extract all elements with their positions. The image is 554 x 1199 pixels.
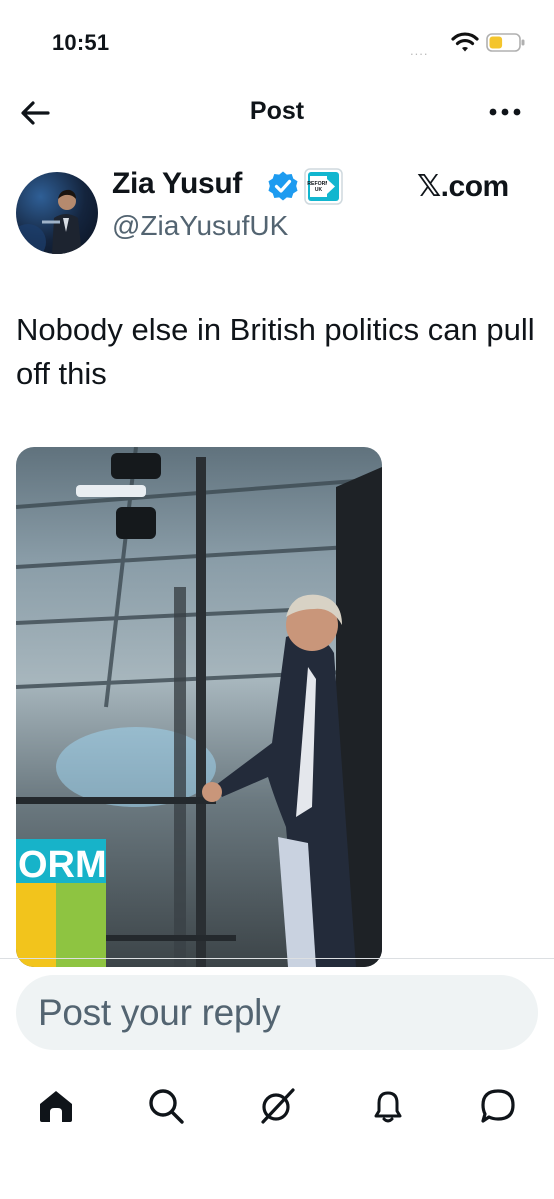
grok-icon[interactable] [257,1086,297,1126]
search-icon[interactable] [146,1086,186,1126]
status-time: 10:51 [52,30,110,55]
stage-sign-text: ORM [18,844,107,886]
svg-text:UK: UK [315,187,323,193]
messages-icon[interactable] [478,1086,518,1126]
home-icon[interactable] [36,1086,76,1126]
signal-indicator: .... [410,43,429,58]
author-display-name[interactable]: Zia Yusuf [112,167,242,201]
page-title: Post [249,97,305,125]
author-avatar[interactable] [16,172,98,254]
source-label: 𝕏.com [417,170,509,203]
tweet-media-video[interactable]: ORM [16,447,382,967]
reply-divider [0,958,554,959]
media-scene: ORM [16,447,382,967]
verified-badge-icon[interactable] [267,170,299,202]
author-handle[interactable]: @ZiaYusufUK [112,210,288,242]
avatar-photo [16,189,82,254]
more-options-icon[interactable] [487,100,523,124]
reform-uk-affiliate-badge-icon[interactable]: REFORM UK [304,168,343,205]
battery-icon [486,33,525,52]
notifications-icon[interactable] [368,1086,408,1126]
wifi-icon [451,32,479,52]
reply-placeholder[interactable]: Post your reply [38,992,281,1034]
tweet-text: Nobody else in British politics can pull… [16,312,535,391]
